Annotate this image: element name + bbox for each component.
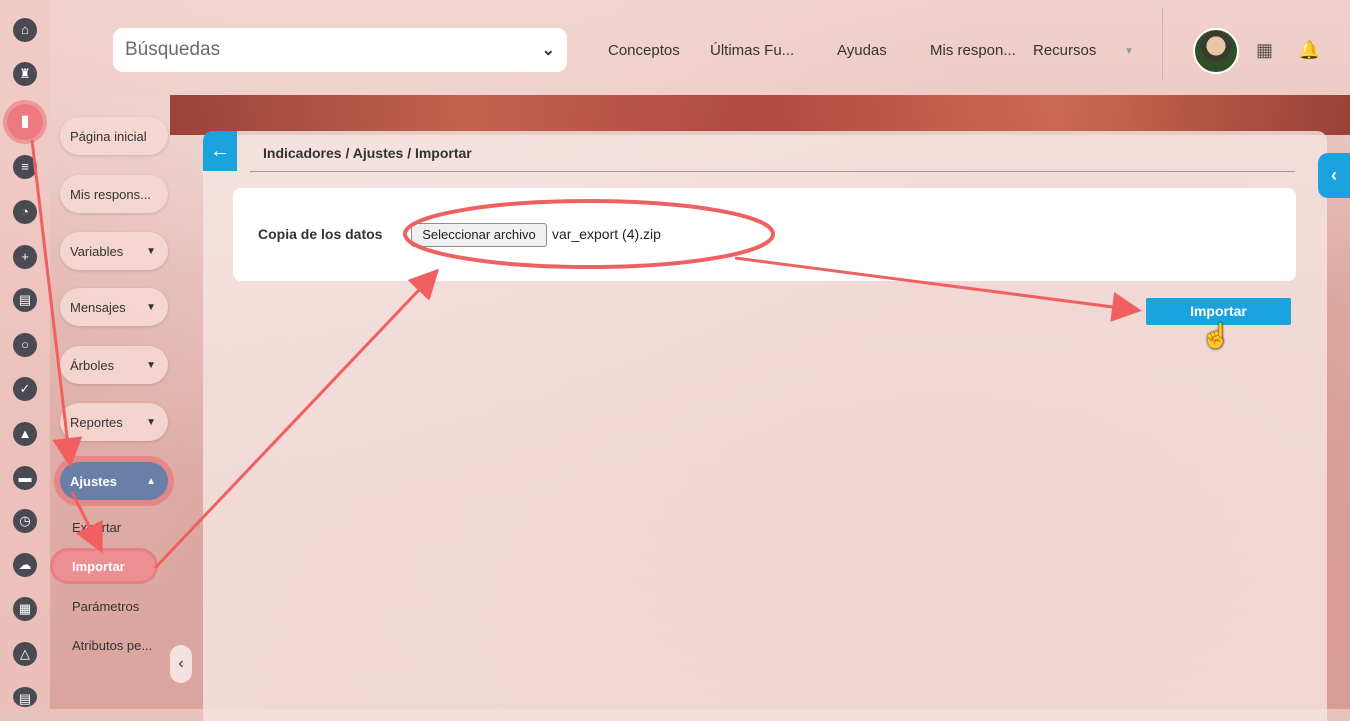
annotation-arrow — [153, 268, 440, 570]
annotation-arrow — [30, 139, 83, 468]
annotation-ellipse-file — [403, 199, 775, 269]
annotation-arrow — [70, 491, 103, 554]
annotation-overlay — [30, 139, 1142, 570]
annotation-arrow — [734, 256, 1142, 322]
